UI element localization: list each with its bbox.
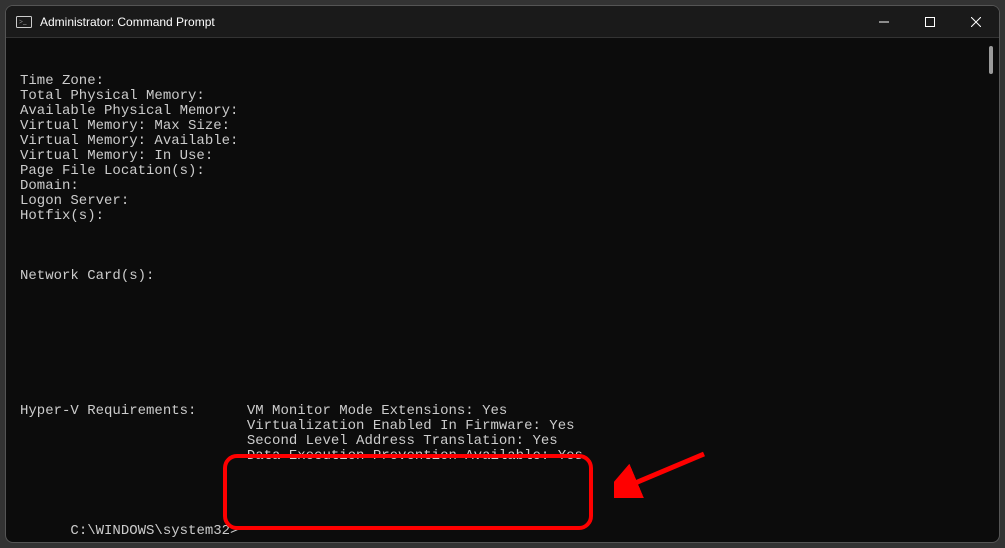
output-line xyxy=(20,224,999,239)
output-line: Network Card(s): xyxy=(20,269,999,284)
output-line: Available Physical Memory: xyxy=(20,104,999,119)
output-line: Virtual Memory: Max Size: xyxy=(20,119,999,134)
titlebar[interactable]: >_ Administrator: Command Prompt xyxy=(6,6,999,38)
terminal-output[interactable]: Time Zone:Total Physical Memory:Availabl… xyxy=(6,38,999,543)
output-line xyxy=(20,254,999,269)
output-line: Hotfix(s): xyxy=(20,209,999,224)
output-line: Hyper-V Requirements: VM Monitor Mode Ex… xyxy=(20,404,999,419)
command-prompt-window: >_ Administrator: Command Prompt Time Zo… xyxy=(5,5,1000,543)
output-line: Total Physical Memory: xyxy=(20,89,999,104)
output-line xyxy=(20,374,999,389)
output-line: Logon Server: xyxy=(20,194,999,209)
output-line: Domain: xyxy=(20,179,999,194)
output-line: Page File Location(s): xyxy=(20,164,999,179)
output-line: Time Zone: xyxy=(20,74,999,89)
output-line xyxy=(20,299,999,314)
close-button[interactable] xyxy=(953,6,999,38)
output-line xyxy=(20,284,999,299)
output-line xyxy=(20,314,999,329)
output-line: Second Level Address Translation: Yes xyxy=(20,434,999,449)
svg-text:>_: >_ xyxy=(19,18,27,26)
output-line xyxy=(20,239,999,254)
output-line: Virtual Memory: Available: xyxy=(20,134,999,149)
output-line xyxy=(20,329,999,344)
output-line: Virtualization Enabled In Firmware: Yes xyxy=(20,419,999,434)
output-line xyxy=(20,344,999,359)
output-line xyxy=(20,359,999,374)
window-title: Administrator: Command Prompt xyxy=(40,15,215,29)
minimize-button[interactable] xyxy=(861,6,907,38)
output-line xyxy=(20,389,999,404)
cmd-icon: >_ xyxy=(16,15,32,29)
output-line: Data Execution Prevention Available: Yes xyxy=(20,449,999,464)
maximize-button[interactable] xyxy=(907,6,953,38)
output-line: Virtual Memory: In Use: xyxy=(20,149,999,164)
output-line xyxy=(20,464,999,479)
scrollbar[interactable] xyxy=(989,46,993,74)
prompt: C:\WINDOWS\system32> xyxy=(70,523,238,539)
